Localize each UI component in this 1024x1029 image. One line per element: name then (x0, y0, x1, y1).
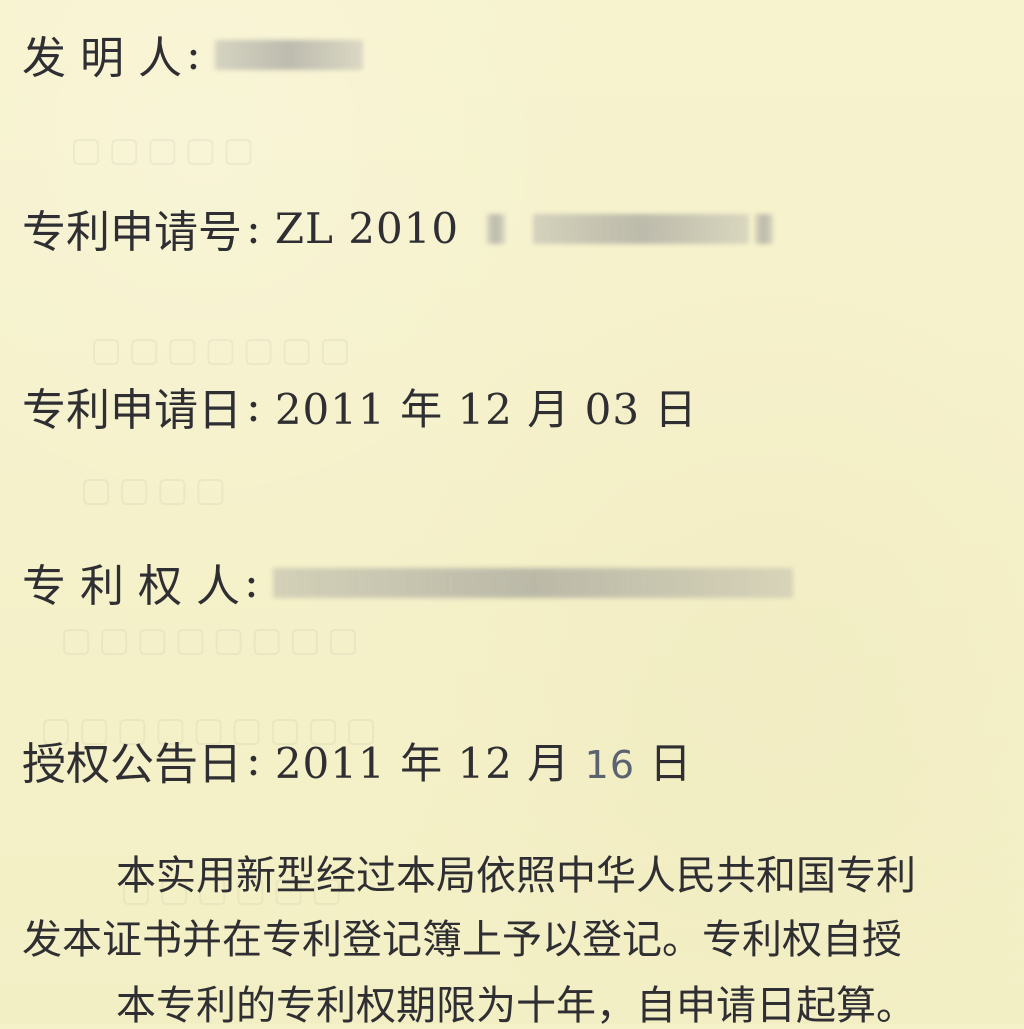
announcement-date-label: 授权公告日 (22, 739, 242, 790)
application-date-month-unit: 月 (527, 384, 571, 434)
application-number-row: 专利申请号 : ZL 2010 (22, 196, 774, 260)
application-date-row: 专利申请日 : 2011 年 12 月 03 日 (22, 374, 697, 438)
certificate-page: { "certificate": { "inventor_label": "发 … (0, 0, 1024, 1029)
patentee-row: 专 利 权 人 : (22, 550, 793, 614)
patentee-redaction (272, 568, 793, 598)
body-line-2: 发本证书并在专利登记簿上予以登记。专利权自授 (22, 917, 902, 963)
announcement-date-value: 2011 年 12 月 16 日 (275, 730, 693, 791)
application-date-day: 03 (584, 384, 641, 434)
body-line-1: 本实用新型经过本局依照中华人民共和国专利 (116, 853, 916, 899)
announcement-date-day-unit: 日 (649, 738, 693, 788)
inventor-row: 发 明 人 : (22, 22, 363, 86)
application-number-redaction-short (487, 214, 506, 244)
announcement-date-year-unit: 年 (400, 738, 444, 788)
patentee-colon: : (243, 556, 259, 608)
application-date-year-unit: 年 (400, 384, 444, 434)
application-date-year: 2011 (274, 384, 386, 434)
application-number-redaction-main (533, 214, 750, 244)
announcement-date-month: 12 (457, 738, 513, 788)
announcement-date-row: 授权公告日 : 2011 年 12 月 16 日 (22, 728, 692, 792)
application-date-month: 12 (457, 384, 513, 434)
application-number-label: 专利申请号 (22, 207, 242, 258)
application-number-colon: : (246, 202, 261, 254)
inventor-colon: : (185, 28, 201, 80)
announcement-date-month-unit: 月 (527, 738, 571, 788)
inventor-label: 发 明 人 (22, 33, 182, 84)
application-date-day-unit: 日 (654, 384, 698, 434)
application-date-label: 专利申请日 (22, 385, 242, 436)
application-date-colon: : (246, 380, 261, 432)
announcement-date-day: 16 (584, 742, 635, 787)
announcement-date-colon: : (246, 734, 261, 786)
application-number-redaction-tail (755, 214, 774, 244)
inventor-redaction (214, 40, 363, 70)
announcement-date-year: 2011 (274, 738, 386, 788)
body-line-3: 本专利的专利权期限为十年，自申请日起算。 (116, 983, 916, 1029)
application-date-value: 2011 年 12 月 03 日 (275, 376, 698, 437)
application-number-value: ZL 2010 (274, 203, 460, 253)
patentee-label: 专 利 权 人 (22, 561, 240, 612)
